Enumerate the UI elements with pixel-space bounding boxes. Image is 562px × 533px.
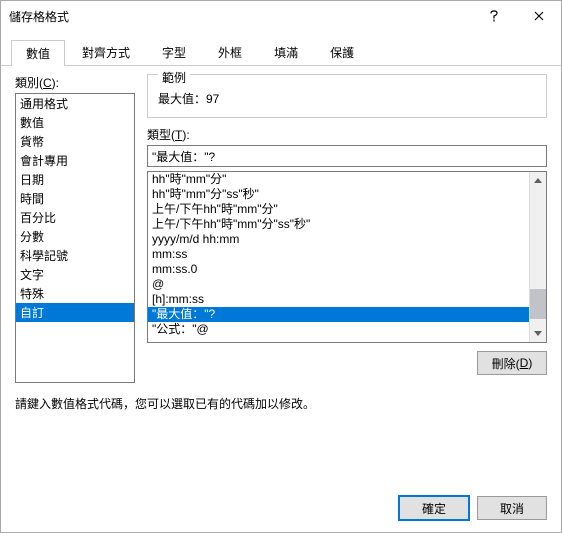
type-item[interactable]: hh"時"mm"分" <box>148 172 529 187</box>
category-item[interactable]: 通用格式 <box>16 94 134 113</box>
category-item[interactable]: 文字 <box>16 265 134 284</box>
type-item[interactable]: mm:ss <box>148 247 529 262</box>
chevron-down-icon <box>534 331 542 336</box>
category-item[interactable]: 時間 <box>16 189 134 208</box>
hint-text: 請鍵入數值格式代碼，您可以選取已有的代碼加以修改。 <box>15 395 547 412</box>
category-item[interactable]: 會計專用 <box>16 151 134 170</box>
sample-value: 最大值：97 <box>158 90 536 107</box>
category-item[interactable]: 科學記號 <box>16 246 134 265</box>
category-item[interactable]: 自訂 <box>16 303 134 322</box>
category-item[interactable]: 分數 <box>16 227 134 246</box>
delete-label-prefix: 刪除( <box>492 355 520 372</box>
type-label-prefix: 類型( <box>147 128 175 142</box>
format-cells-dialog: 儲存格格式 數值對齊方式字型外框填滿保護 類別(C): 通用格式數值貨幣會計專用… <box>0 0 562 533</box>
tab-5[interactable]: 保護 <box>315 39 369 65</box>
titlebar: 儲存格格式 <box>1 1 561 31</box>
category-listbox[interactable]: 通用格式數值貨幣會計專用日期時間百分比分數科學記號文字特殊自訂 <box>15 93 135 383</box>
window-title: 儲存格格式 <box>9 8 471 25</box>
delete-button[interactable]: 刪除(D) <box>477 351 547 375</box>
category-item[interactable]: 貨幣 <box>16 132 134 151</box>
type-item[interactable]: [h]:mm:ss <box>148 292 529 307</box>
close-icon <box>534 11 544 21</box>
delete-label-suffix: ) <box>528 356 532 370</box>
type-item[interactable]: 上午/下午hh"時"mm"分"ss"秒" <box>148 217 529 232</box>
scrollbar-track[interactable] <box>530 189 546 325</box>
type-input[interactable] <box>147 145 547 167</box>
close-button[interactable] <box>516 1 561 31</box>
dialog-body: 類別(C): 通用格式數值貨幣會計專用日期時間百分比分數科學記號文字特殊自訂 範… <box>1 66 561 484</box>
category-item[interactable]: 百分比 <box>16 208 134 227</box>
type-listbox-container: hh"時"mm"分"hh"時"mm"分"ss"秒"上午/下午hh"時"mm"分"… <box>147 171 547 343</box>
type-item[interactable]: yyyy/m/d hh:mm <box>148 232 529 247</box>
type-item[interactable]: "最大值："? <box>148 307 529 322</box>
tab-bar: 數值對齊方式字型外框填滿保護 <box>1 31 561 66</box>
type-label: 類型(T): <box>147 126 547 143</box>
scroll-up-button[interactable] <box>530 172 546 189</box>
help-button[interactable] <box>471 1 516 31</box>
ok-button[interactable]: 確定 <box>399 496 469 520</box>
tab-3[interactable]: 外框 <box>203 39 257 65</box>
category-label-prefix: 類別( <box>15 76 43 90</box>
tab-4[interactable]: 填滿 <box>259 39 313 65</box>
sample-legend: 範例 <box>158 69 190 86</box>
tab-2[interactable]: 字型 <box>147 39 201 65</box>
cancel-button[interactable]: 取消 <box>477 496 547 520</box>
category-label-key: C <box>43 76 52 90</box>
category-label-suffix: ): <box>52 76 59 90</box>
category-item[interactable]: 特殊 <box>16 284 134 303</box>
scrollbar-thumb[interactable] <box>530 289 546 319</box>
category-label: 類別(C): <box>15 74 135 91</box>
chevron-up-icon <box>534 178 542 183</box>
tab-1[interactable]: 對齊方式 <box>67 39 145 65</box>
sample-group: 範例 最大值：97 <box>147 74 547 118</box>
category-item[interactable]: 數值 <box>16 113 134 132</box>
type-label-suffix: ): <box>182 128 189 142</box>
scrollbar[interactable] <box>529 172 546 342</box>
type-item[interactable]: mm:ss.0 <box>148 262 529 277</box>
tab-0[interactable]: 數值 <box>11 40 65 66</box>
type-item[interactable]: "公式："@ <box>148 322 529 337</box>
type-item[interactable]: @ <box>148 277 529 292</box>
type-item[interactable]: 上午/下午hh"時"mm"分" <box>148 202 529 217</box>
titlebar-buttons <box>471 1 561 31</box>
help-icon <box>489 10 499 22</box>
category-item[interactable]: 日期 <box>16 170 134 189</box>
delete-label-key: D <box>520 356 529 370</box>
type-item[interactable]: hh"時"mm"分"ss"秒" <box>148 187 529 202</box>
scroll-down-button[interactable] <box>530 325 546 342</box>
type-listbox[interactable]: hh"時"mm"分"hh"時"mm"分"ss"秒"上午/下午hh"時"mm"分"… <box>148 172 529 342</box>
dialog-footer: 確定 取消 <box>1 484 561 532</box>
